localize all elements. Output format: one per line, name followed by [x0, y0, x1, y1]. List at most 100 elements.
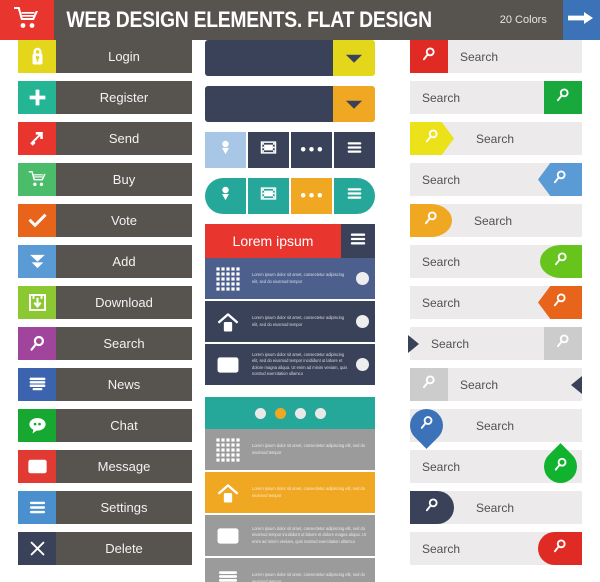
search-input[interactable]: Search — [410, 245, 540, 278]
toolbar-button-three-dots[interactable] — [291, 132, 334, 168]
list-item-text: Lorem ipsum dolor sit amet, consectetur … — [252, 351, 348, 376]
search-button[interactable] — [537, 443, 584, 490]
list-item-bullet[interactable] — [356, 358, 369, 371]
icon-button-chat[interactable]: Chat — [18, 409, 192, 442]
search-bar-8[interactable]: Search — [408, 327, 582, 360]
search-bar-9[interactable]: Search — [410, 368, 582, 401]
icon-button-message[interactable]: Message — [18, 450, 192, 483]
icon-button-search[interactable]: Search — [18, 327, 192, 360]
search-button[interactable] — [410, 368, 448, 401]
header-cart-button[interactable] — [0, 0, 55, 40]
search-input[interactable]: Search — [454, 491, 582, 524]
triangle-down-icon[interactable] — [333, 86, 375, 122]
pagination-dot-1[interactable] — [254, 407, 266, 419]
search-button[interactable] — [538, 286, 582, 319]
icon-button-news[interactable]: News — [18, 368, 192, 401]
search-bar-7[interactable]: Search — [410, 286, 582, 319]
toolbar-button-film-strip[interactable] — [248, 132, 291, 168]
search-input[interactable]: Search — [410, 450, 538, 483]
dropdown-1[interactable] — [205, 40, 375, 76]
toolbar-button-three-dots[interactable] — [291, 178, 334, 214]
search-bar-3[interactable]: Search — [410, 122, 582, 155]
list-item-bullet[interactable] — [356, 272, 369, 285]
dropdown-2[interactable] — [205, 86, 375, 122]
icon-button-send[interactable]: Send — [18, 122, 192, 155]
triangle-down-icon[interactable] — [333, 40, 375, 76]
icon-button-add[interactable]: Add — [18, 245, 192, 278]
search-input[interactable]: Search — [454, 122, 582, 155]
search-bar-2[interactable]: Search — [410, 81, 582, 114]
list-item[interactable]: Lorem ipsum dolor sit amet, consectetur … — [205, 301, 375, 344]
list-item[interactable]: Lorem ipsum dolor sit amet, consectetur … — [205, 258, 375, 301]
search-button[interactable] — [538, 532, 582, 565]
search-button[interactable] — [403, 402, 454, 449]
icon-button-download[interactable]: Download — [18, 286, 192, 319]
icon-button-settings[interactable]: Settings — [18, 491, 192, 524]
search-bar-6[interactable]: Search — [410, 245, 582, 278]
search-input[interactable]: Search — [448, 40, 582, 73]
check-icon — [18, 204, 56, 237]
search-bar-10[interactable]: Search — [403, 402, 582, 449]
search-input[interactable]: Search — [410, 81, 544, 114]
search-bar-1[interactable]: Search — [410, 40, 582, 73]
search-bar-4[interactable]: Search — [410, 163, 582, 196]
toolbar-button-film-strip[interactable] — [248, 178, 291, 214]
icon-button-label: Send — [56, 122, 192, 155]
dropdown-field[interactable] — [205, 86, 333, 122]
search-button[interactable] — [544, 81, 582, 114]
search-button[interactable] — [410, 204, 452, 237]
search-input[interactable]: Search — [410, 286, 538, 319]
list-item[interactable]: Lorem ipsum dolor sit amet, consectetur … — [205, 515, 375, 558]
toolbar-button-pin-down[interactable] — [205, 178, 248, 214]
colors-count-label: 20 Colors — [499, 14, 547, 26]
search-bar-11[interactable]: Search — [410, 443, 584, 490]
pin-down-icon — [216, 138, 235, 162]
pagination-dot-3[interactable] — [294, 407, 306, 419]
newspaper-icon — [18, 368, 56, 401]
icon-button-buy[interactable]: Buy — [18, 163, 192, 196]
panel-menu-button[interactable] — [341, 224, 375, 258]
icon-button-list: Login Register Send Buy Vote Add Download Searc… — [18, 40, 192, 573]
list-item[interactable]: Lorem ipsum dolor sit amet, consectetur … — [205, 472, 375, 515]
icon-button-register[interactable]: Register — [18, 81, 192, 114]
light-list-panel: Lorem ipsum dolor sit amet, consectetur … — [205, 397, 375, 582]
search-bar-5[interactable]: Search — [410, 204, 582, 237]
icon-button-label: Message — [56, 450, 192, 483]
collapse-arrow-icon[interactable] — [408, 334, 419, 353]
search-button[interactable] — [544, 327, 582, 360]
pagination-dot-2[interactable] — [274, 407, 286, 419]
toolbar-button-hamburger[interactable] — [334, 132, 375, 168]
collapse-arrow-icon[interactable] — [571, 375, 582, 394]
lock-icon — [18, 40, 56, 73]
magnifier-icon — [18, 327, 56, 360]
toolbar-button-hamburger[interactable] — [334, 178, 375, 214]
page-title: WEB DESIGN ELEMENTS. FLAT DESIGN — [66, 7, 433, 32]
header-next-button[interactable] — [562, 0, 600, 40]
magnifier-icon — [420, 45, 438, 68]
icon-button-label: Login — [56, 40, 192, 73]
search-input[interactable]: Search — [410, 532, 538, 565]
icon-button-login[interactable]: Login — [18, 40, 192, 73]
search-button[interactable] — [410, 122, 454, 155]
search-bar-13[interactable]: Search — [410, 532, 582, 565]
search-button[interactable] — [540, 245, 582, 278]
search-bar-12[interactable]: Search — [410, 491, 582, 524]
search-input[interactable]: Search — [419, 327, 544, 360]
arrow-right-icon — [568, 10, 594, 31]
list-item[interactable]: Lorem ipsum dolor sit amet, consectetur … — [205, 429, 375, 472]
list-item[interactable]: Lorem ipsum dolor sit amet, consectetur … — [205, 558, 375, 582]
icon-button-vote[interactable]: Vote — [18, 204, 192, 237]
icon-button-delete[interactable]: Delete — [18, 532, 192, 565]
dropdown-field[interactable] — [205, 40, 333, 76]
search-input[interactable]: Search — [410, 163, 538, 196]
list-item[interactable]: Lorem ipsum dolor sit amet, consectetur … — [205, 344, 375, 387]
search-input[interactable]: Search — [452, 204, 582, 237]
search-button[interactable] — [410, 491, 454, 524]
pagination-dot-4[interactable] — [314, 407, 326, 419]
list-item-bullet[interactable] — [356, 315, 369, 328]
search-button[interactable] — [538, 163, 582, 196]
toolbar-button-pin-down[interactable] — [205, 132, 248, 168]
search-button[interactable] — [410, 40, 448, 73]
search-input[interactable]: Search — [454, 409, 582, 442]
search-input[interactable]: Search — [448, 368, 571, 401]
